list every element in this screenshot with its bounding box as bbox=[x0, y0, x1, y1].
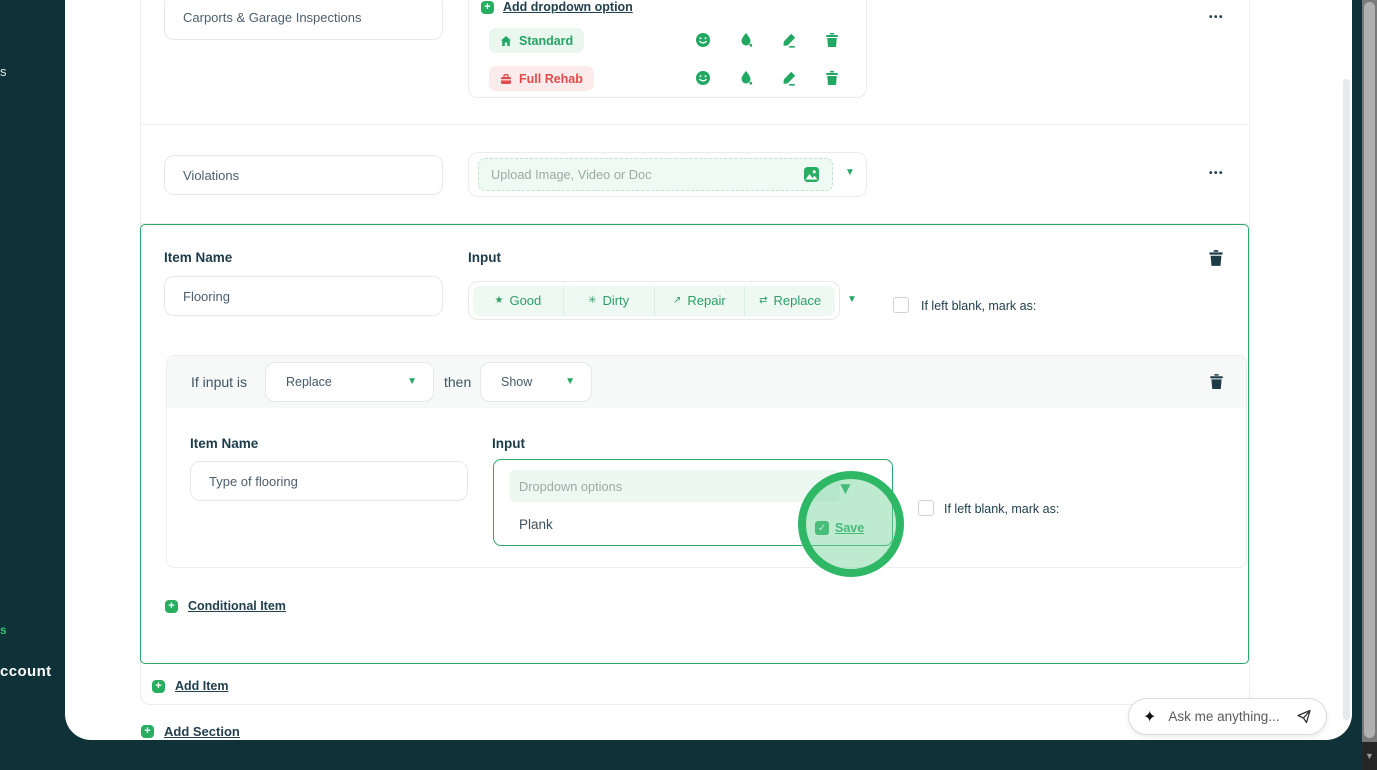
image-icon bbox=[803, 166, 820, 183]
send-icon[interactable] bbox=[1296, 709, 1312, 725]
conditional-item-button[interactable]: + Conditional Item bbox=[165, 599, 286, 613]
plus-icon: + bbox=[141, 725, 154, 738]
scrollbar-thumb[interactable] bbox=[1364, 2, 1375, 738]
row-name-value: Violations bbox=[183, 167, 240, 183]
nested-item-name-label: Item Name bbox=[190, 436, 259, 451]
segment-label: Good bbox=[509, 293, 542, 308]
dirty-icon: ✳ bbox=[588, 295, 597, 306]
divider bbox=[141, 124, 1247, 125]
dropdown-option-row: Full Rehab bbox=[489, 66, 594, 91]
option-actions-standard bbox=[695, 32, 840, 48]
add-item-button[interactable]: + Add Item bbox=[152, 679, 228, 693]
row-name-input[interactable]: Violations bbox=[164, 155, 443, 195]
add-dropdown-option[interactable]: + Add dropdown option bbox=[481, 0, 633, 14]
ask-ai-placeholder: Ask me anything... bbox=[1168, 709, 1280, 724]
house-icon bbox=[500, 35, 512, 47]
upload-dropzone[interactable]: Upload Image, Video or Doc bbox=[478, 158, 833, 191]
nested-blank-mark-checkbox[interactable] bbox=[918, 500, 934, 516]
dropdown-options-input[interactable]: Dropdown options bbox=[509, 470, 840, 502]
if-input-is-text: If input is bbox=[191, 374, 248, 390]
segment-replace[interactable]: ⇄ Replace bbox=[745, 285, 835, 316]
blank-mark-label: If left blank, mark as: bbox=[921, 299, 1037, 313]
input-label: Input bbox=[468, 250, 501, 265]
segment-label: Dirty bbox=[602, 293, 630, 308]
sparkle-icon: ✦ bbox=[1143, 708, 1157, 726]
sidebar-item-fragment-green[interactable]: s bbox=[0, 623, 7, 637]
segment-group: ★ Good ✳ Dirty ↗ Repair ⇄ Replace bbox=[473, 285, 835, 316]
input-type-segments: ★ Good ✳ Dirty ↗ Repair ⇄ Replace bbox=[468, 281, 840, 320]
item-name-input[interactable]: Flooring bbox=[164, 276, 443, 316]
emoji-icon[interactable] bbox=[695, 32, 711, 48]
conditional-item-label: Conditional Item bbox=[188, 599, 286, 613]
segment-label: Repair bbox=[687, 293, 726, 308]
then-text: then bbox=[444, 374, 472, 390]
replace-icon: ⇄ bbox=[759, 295, 768, 306]
option-actions-full-rehab bbox=[695, 70, 840, 86]
ask-ai-input[interactable]: ✦ Ask me anything... bbox=[1128, 698, 1327, 735]
scroll-down-arrow-icon: ▼ bbox=[1365, 751, 1374, 761]
option-chip-full-rehab[interactable]: Full Rehab bbox=[489, 66, 594, 91]
chevron-down-icon: ▼ bbox=[565, 376, 575, 387]
click-highlight-circle bbox=[798, 471, 904, 577]
condition-value: Replace bbox=[286, 375, 332, 389]
page-background-bottom bbox=[0, 740, 1362, 770]
plus-icon: + bbox=[481, 0, 494, 14]
nested-item-name-input[interactable]: Type of flooring bbox=[190, 461, 468, 501]
add-dropdown-option-label: Add dropdown option bbox=[503, 0, 633, 14]
sidebar-item-account[interactable]: ccount bbox=[0, 663, 52, 680]
edit-pencil-icon[interactable] bbox=[781, 70, 797, 86]
add-item-label: Add Item bbox=[175, 679, 229, 693]
chevron-down-icon[interactable]: ▼ bbox=[847, 295, 857, 305]
option-chip-standard[interactable]: Standard bbox=[489, 28, 585, 53]
add-section-button[interactable]: + Add Section bbox=[141, 724, 240, 739]
plus-icon: + bbox=[152, 679, 165, 693]
nested-item-name-value: Type of flooring bbox=[209, 473, 298, 489]
segment-label: Replace bbox=[773, 293, 822, 308]
dropdown-option-row: Standard bbox=[489, 28, 585, 53]
row-name-input[interactable]: Carports & Garage Inspections bbox=[164, 0, 443, 40]
chevron-down-icon: ▼ bbox=[407, 376, 417, 387]
dropdown-option-plank[interactable]: Plank bbox=[519, 517, 553, 532]
conditional-header: If input is Replace ▼ then Show ▼ bbox=[167, 356, 1246, 408]
item-name-label: Item Name bbox=[164, 250, 233, 265]
trash-icon[interactable] bbox=[824, 32, 840, 48]
add-section-label: Add Section bbox=[164, 724, 240, 739]
item-name-value: Flooring bbox=[183, 288, 230, 304]
row-more-menu[interactable]: ••• bbox=[1209, 168, 1224, 179]
scroll-down-button[interactable]: ▼ bbox=[1362, 742, 1377, 770]
action-value: Show bbox=[501, 375, 533, 389]
row-name-value: Carports & Garage Inspections bbox=[183, 9, 362, 25]
delete-item-trash-icon[interactable] bbox=[1207, 249, 1225, 267]
dropdown-options-placeholder: Dropdown options bbox=[519, 478, 623, 494]
segment-repair[interactable]: ↗ Repair bbox=[654, 285, 746, 316]
screen: s s ccount Carports & Garage Inspections… bbox=[0, 0, 1377, 770]
edit-pencil-icon[interactable] bbox=[781, 32, 797, 48]
blank-mark-checkbox[interactable] bbox=[893, 297, 909, 313]
good-icon: ★ bbox=[494, 295, 504, 306]
condition-select[interactable]: Replace ▼ bbox=[265, 362, 434, 402]
upload-placeholder: Upload Image, Video or Doc bbox=[491, 167, 652, 182]
action-select[interactable]: Show ▼ bbox=[480, 362, 592, 402]
sidebar-item-fragment[interactable]: s bbox=[0, 64, 7, 79]
color-drop-icon[interactable] bbox=[738, 32, 754, 48]
color-drop-icon[interactable] bbox=[738, 70, 754, 86]
inner-scrollbar-thumb[interactable] bbox=[1343, 79, 1350, 720]
option-chip-label: Full Rehab bbox=[519, 71, 583, 86]
emoji-icon[interactable] bbox=[695, 70, 711, 86]
nested-input-label: Input bbox=[492, 436, 525, 451]
segment-dirty[interactable]: ✳ Dirty bbox=[563, 285, 655, 316]
nested-blank-mark-label: If left blank, mark as: bbox=[944, 502, 1060, 516]
repair-icon: ↗ bbox=[673, 295, 682, 306]
segment-good[interactable]: ★ Good bbox=[473, 285, 564, 316]
option-chip-label: Standard bbox=[519, 33, 574, 48]
chevron-down-icon[interactable]: ▼ bbox=[845, 168, 855, 178]
row-more-menu[interactable]: ••• bbox=[1209, 12, 1224, 23]
plus-icon: + bbox=[165, 599, 178, 613]
trash-icon[interactable] bbox=[824, 70, 840, 86]
delete-conditional-trash-icon[interactable] bbox=[1208, 373, 1225, 390]
toolbox-icon bbox=[500, 73, 512, 85]
